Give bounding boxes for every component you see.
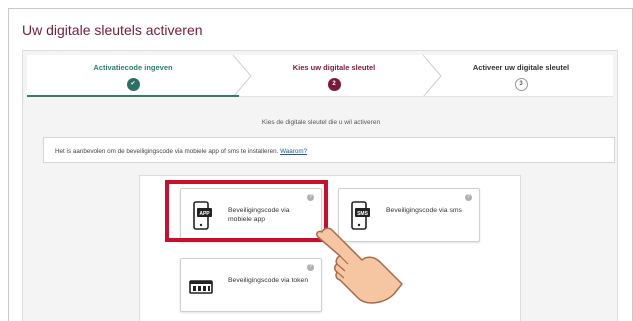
- selection-highlight-box: [165, 180, 328, 242]
- waarom-link[interactable]: Waarom?: [280, 148, 307, 155]
- pointing-hand-icon: [316, 227, 403, 304]
- instruction-text: Kies de digitale sleutel die u wil activ…: [261, 119, 381, 126]
- step-label: Activeer uw digitale sleutel: [472, 63, 570, 72]
- stepper: Activatiecode ingeven ✔ Kies uw digitale…: [27, 55, 613, 97]
- recommendation-notice: Het is aanbevolen om de beveiligingscode…: [43, 137, 615, 163]
- option-token[interactable]: Beveiligingscode via token ?: [180, 258, 322, 312]
- step-label: Activatiecode ingeven: [93, 63, 173, 72]
- notice-text: Het is aanbevolen om de beveiligingscode…: [55, 148, 279, 155]
- sms-badge-text: SMS: [357, 211, 369, 217]
- checkmark-icon: ✔: [126, 78, 140, 91]
- step-number-badge: 2: [327, 78, 341, 91]
- token-icon: [189, 280, 213, 294]
- step-activeer-sleutel: Activeer uw digitale sleutel 3: [429, 55, 613, 97]
- page-title: Uw digitale sleutels activeren: [22, 22, 203, 38]
- step-number-badge: 3: [514, 78, 528, 91]
- step-kies-sleutel: Kies uw digitale sleutel 2: [239, 55, 429, 97]
- info-icon[interactable]: ?: [465, 194, 472, 201]
- option-label: Beveiligingscode via token: [228, 277, 309, 284]
- step-label: Kies uw digitale sleutel: [292, 63, 376, 72]
- step-activatiecode: Activatiecode ingeven ✔: [27, 55, 239, 97]
- option-label: Beveiligingscode via sms: [386, 207, 462, 214]
